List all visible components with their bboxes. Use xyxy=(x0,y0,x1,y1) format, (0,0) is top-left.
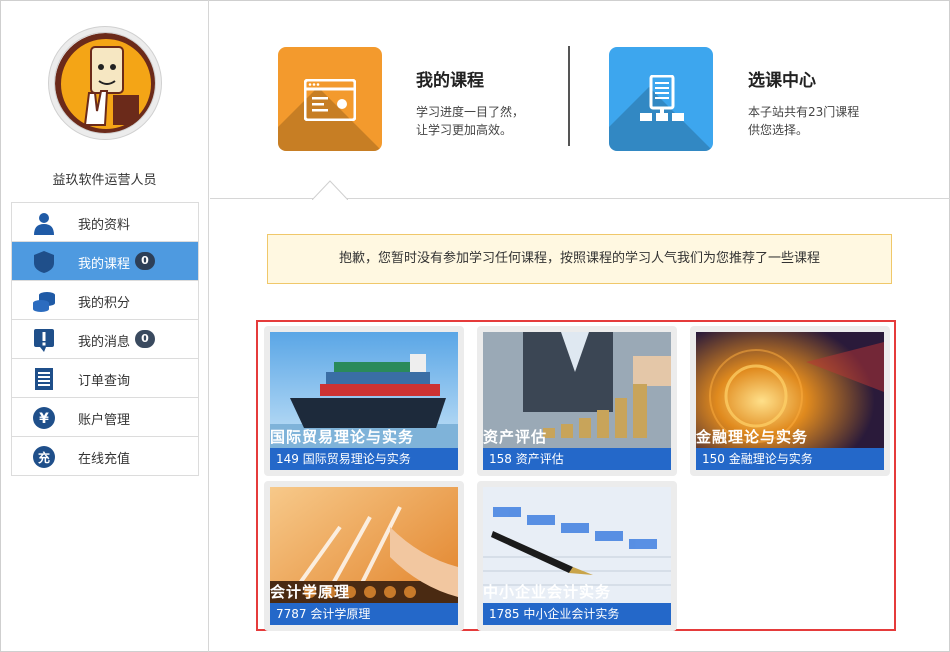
course-caption: 150 金融理论与实务 xyxy=(696,448,884,470)
course-overlay-title: 金融理论与实务 xyxy=(696,428,809,446)
course-card[interactable]: 国际贸易理论与实务 149 国际贸易理论与实务 xyxy=(264,326,464,476)
active-tab-pointer xyxy=(312,180,348,200)
course-caption: 158 资产评估 xyxy=(483,448,671,470)
sidebar-item-my-courses[interactable]: 我的课程 0 xyxy=(12,242,198,281)
course-overlay-title: 会计学原理 xyxy=(270,583,351,601)
message-count-badge: 0 xyxy=(135,330,155,348)
course-caption: 1785 中小企业会计实务 xyxy=(483,603,671,625)
header-divider xyxy=(568,46,570,146)
yen-icon: ¥ xyxy=(32,406,56,430)
course-center-desc-line2: 供您选择。 xyxy=(748,123,809,137)
course-overlay-title: 中小企业会计实务 xyxy=(483,583,612,601)
my-courses-desc: 学习进度一目了然， 让学习更加高效。 xyxy=(416,103,524,139)
course-center-desc-line1: 本子站共有23门课程 xyxy=(748,105,860,119)
recharge-icon: 充 xyxy=(32,445,56,469)
sidebar-item-label: 订单查询 xyxy=(78,374,131,389)
server-icon xyxy=(639,74,685,127)
sidebar-item-label: 我的课程 xyxy=(78,257,131,272)
course-count-badge: 0 xyxy=(135,252,155,270)
sidebar-item-label: 我的消息 xyxy=(78,335,131,350)
sidebar-item-orders[interactable]: 订单查询 xyxy=(12,359,198,398)
recharge-icon-text: 充 xyxy=(38,450,50,465)
my-courses-tile[interactable] xyxy=(278,47,382,151)
header-cards: 我的课程 学习进度一目了然， 让学习更加高效。 选课中心 本子站共有23门课程 … xyxy=(210,0,950,200)
alert-icon xyxy=(32,328,56,352)
sidebar-item-profile[interactable]: 我的资料 xyxy=(12,203,198,242)
course-center-desc: 本子站共有23门课程 供您选择。 xyxy=(748,103,859,139)
sidebar-item-label: 账户管理 xyxy=(78,413,131,428)
sidebar-item-label: 在线充值 xyxy=(78,452,131,467)
sidebar-item-account[interactable]: ¥ 账户管理 xyxy=(12,398,198,437)
course-overlay-title: 资产评估 xyxy=(483,428,548,446)
my-courses-desc-line1: 学习进度一目了然， xyxy=(416,105,525,119)
course-card[interactable]: 会计学原理 7787 会计学原理 xyxy=(264,481,464,631)
user-icon xyxy=(32,211,56,235)
sidebar-item-points[interactable]: 我的积分 xyxy=(12,281,198,320)
course-card[interactable]: 金融理论与实务 150 金融理论与实务 xyxy=(690,326,890,476)
shield-icon xyxy=(32,250,56,274)
avatar-image xyxy=(54,32,156,134)
my-courses-desc-line2: 让学习更加高效。 xyxy=(416,123,513,137)
sidebar-item-messages[interactable]: 我的消息 0 xyxy=(12,320,198,359)
sidebar-item-recharge[interactable]: 充 在线充值 xyxy=(12,437,198,476)
course-caption: 7787 会计学原理 xyxy=(270,603,458,625)
sidebar-item-label: 我的资料 xyxy=(78,218,131,233)
browser-window-icon xyxy=(303,78,357,125)
user-name: 益玖软件运营人员 xyxy=(52,173,157,188)
course-card[interactable]: 资产评估 158 资产评估 xyxy=(477,326,677,476)
course-center-tile[interactable] xyxy=(609,47,713,151)
course-card[interactable]: 中小企业会计实务 1785 中小企业会计实务 xyxy=(477,481,677,631)
course-caption: 149 国际贸易理论与实务 xyxy=(270,448,458,470)
yen-symbol: ¥ xyxy=(39,411,49,427)
course-center-title[interactable]: 选课中心 xyxy=(748,66,816,91)
sidebar: 益玖软件运营人员 我的资料 我的课程 0 我的积分 我的消息 0 订单查询 ¥ … xyxy=(0,0,209,652)
list-icon xyxy=(32,367,56,391)
avatar[interactable] xyxy=(48,26,162,140)
recommended-courses: 国际贸易理论与实务 149 国际贸易理论与实务 资产评估 158 资产评估 金融… xyxy=(256,320,896,631)
coins-icon xyxy=(32,289,56,313)
my-courses-title[interactable]: 我的课程 xyxy=(416,66,484,91)
sidebar-item-label: 我的积分 xyxy=(78,296,131,311)
course-overlay-title: 国际贸易理论与实务 xyxy=(270,428,415,446)
notice-banner: 抱歉，您暂时没有参加学习任何课程，按照课程的学习人气我们为您推荐了一些课程 xyxy=(267,234,892,284)
sidebar-menu: 我的资料 我的课程 0 我的积分 我的消息 0 订单查询 ¥ 账户管理 充 在线… xyxy=(11,202,199,476)
